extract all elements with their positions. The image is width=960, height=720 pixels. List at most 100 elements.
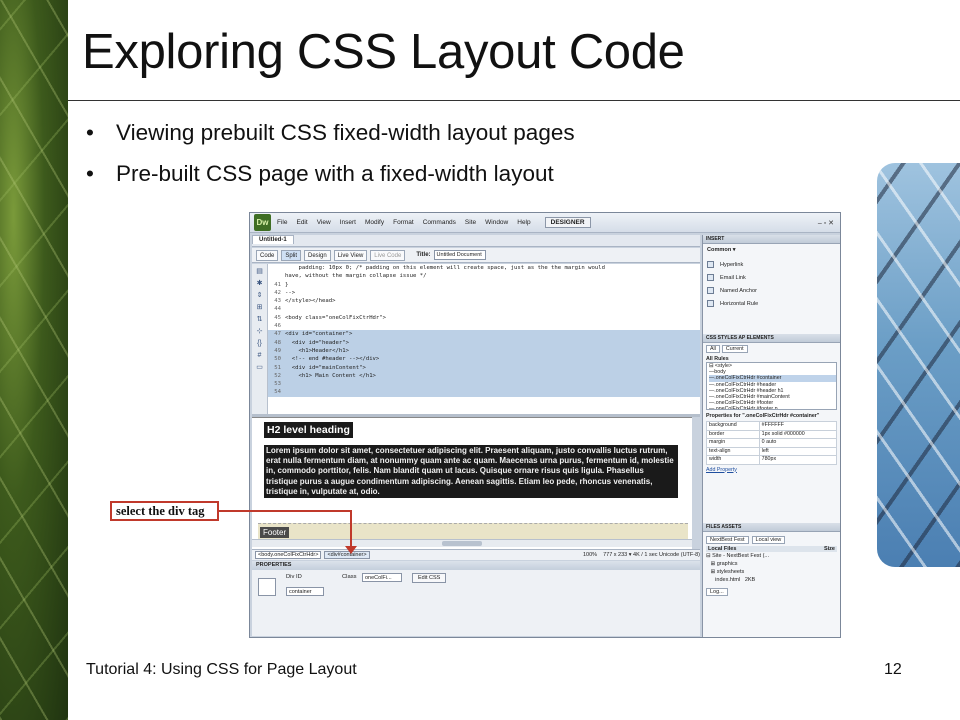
code-line[interactable]: 54 bbox=[268, 388, 700, 397]
bullet-item: Viewing prebuilt CSS fixed-width layout … bbox=[80, 112, 575, 153]
div-id-select[interactable]: container bbox=[286, 587, 324, 596]
menu-item-site[interactable]: Site bbox=[465, 219, 476, 226]
code-line[interactable]: 51 <div id="mainContent"> bbox=[268, 363, 700, 372]
email-icon bbox=[707, 274, 714, 281]
balance-braces-icon[interactable]: {} bbox=[256, 340, 264, 348]
code-line[interactable]: 42 --> bbox=[268, 289, 700, 297]
file-tree-item[interactable]: ⊟ Site - NextBest Fest (... bbox=[706, 552, 837, 560]
collapse-tag-icon[interactable]: ⇕ bbox=[256, 292, 264, 300]
code-line[interactable]: 45 <body class="oneColFixCtrHdr"> bbox=[268, 314, 700, 322]
code-line[interactable]: padding: 10px 0; /* padding on this elem… bbox=[268, 264, 700, 272]
zoom-level[interactable]: 100% bbox=[583, 552, 597, 558]
files-tree[interactable]: ⊟ Site - NextBest Fest (... ⊞ graphics ⊞… bbox=[706, 552, 837, 584]
expand-all-icon[interactable]: ⇅ bbox=[256, 316, 264, 324]
menu-item-help[interactable]: Help bbox=[517, 219, 530, 226]
design-view-button[interactable]: Design bbox=[304, 249, 331, 261]
insert-item-named-anchor[interactable]: Named Anchor bbox=[707, 284, 836, 297]
code-line[interactable]: 46 bbox=[268, 322, 700, 330]
code-line[interactable]: 44 bbox=[268, 305, 700, 313]
properties-for-label: Properties for ".oneColFixCtrHdr #contai… bbox=[706, 413, 820, 419]
css-property-value[interactable]: 780px bbox=[758, 455, 838, 465]
tag-selector-bar: <body.oneColFixCtrHdr> <div#container> 1… bbox=[252, 549, 700, 560]
css-property-value[interactable]: 0 auto bbox=[758, 438, 838, 448]
code-line[interactable]: 47 <div id="container"> bbox=[268, 330, 700, 339]
edit-css-button[interactable]: Edit CSS bbox=[412, 573, 447, 583]
code-line[interactable]: have, without the margin collapse issue … bbox=[268, 272, 700, 280]
menu-item-view[interactable]: View bbox=[317, 219, 331, 226]
insert-category-select[interactable]: Common ▾ bbox=[707, 247, 836, 253]
css-properties-table[interactable]: background #FFFFFF border 1px solid #000000… bbox=[706, 421, 838, 465]
css-all-tab[interactable]: All bbox=[706, 345, 720, 353]
line-number: 54 bbox=[274, 389, 281, 396]
code-view-button[interactable]: Code bbox=[256, 249, 279, 261]
css-rule-item[interactable]: —.oneColFixCtrHdr #footer p bbox=[709, 406, 836, 409]
menu-item-file[interactable]: File bbox=[277, 219, 287, 226]
insert-item-hyperlink[interactable]: Hyperlink bbox=[707, 258, 836, 271]
file-tree-item[interactable]: ⊞ stylesheets bbox=[706, 568, 837, 576]
add-property-link[interactable]: Add Property bbox=[706, 467, 837, 473]
css-property-row[interactable]: width 780px bbox=[706, 455, 838, 465]
body-tag[interactable]: <body.oneColFixCtrHdr> bbox=[255, 551, 322, 559]
collapse-selection-icon[interactable]: ⊞ bbox=[256, 304, 264, 312]
css-current-tab[interactable]: Current bbox=[721, 345, 748, 353]
code-line[interactable]: 48 <div id="header"> bbox=[268, 338, 700, 347]
code-line[interactable]: 53 bbox=[268, 380, 700, 389]
menu-item-window[interactable]: Window bbox=[485, 219, 508, 226]
class-select[interactable]: oneColFi... bbox=[362, 573, 402, 582]
menu-item-commands[interactable]: Commands bbox=[423, 219, 456, 226]
file-tree-item[interactable]: index.html 2KB bbox=[706, 576, 837, 584]
css-property-row[interactable]: border 1px solid #000000 bbox=[706, 429, 838, 439]
document-title-input[interactable]: Untitled Document bbox=[433, 250, 486, 260]
css-property-row[interactable]: background #FFFFFF bbox=[706, 421, 838, 431]
slide-title: Exploring CSS Layout Code bbox=[82, 25, 685, 79]
open-documents-icon[interactable]: ▤ bbox=[256, 268, 264, 276]
line-number: 48 bbox=[274, 339, 281, 346]
document-tab[interactable]: Untitled-1 bbox=[252, 235, 294, 244]
css-property-row[interactable]: text-align left bbox=[706, 446, 838, 456]
apply-comment-icon[interactable]: ▭ bbox=[256, 364, 264, 372]
insert-panel: Common ▾ Hyperlink Email Link Named Anch… bbox=[703, 244, 840, 334]
files-panel-header[interactable]: FILES ASSETS bbox=[703, 523, 840, 532]
menu-item-insert[interactable]: Insert bbox=[340, 219, 356, 226]
scroll-thumb[interactable] bbox=[442, 541, 482, 546]
site-select[interactable]: NextBest Fest bbox=[706, 536, 749, 544]
live-code-button[interactable]: Live Code bbox=[370, 249, 406, 261]
insert-item-email-link[interactable]: Email Link bbox=[707, 271, 836, 284]
insert-item-horizontal-rule[interactable]: Horizontal Rule bbox=[707, 297, 836, 310]
menu-item-modify[interactable]: Modify bbox=[365, 219, 384, 226]
css-property-name: margin bbox=[706, 438, 760, 448]
show-code-navigator-icon[interactable]: ✱ bbox=[256, 280, 264, 288]
design-view[interactable]: H2 level heading Lorem ipsum dolor sit a… bbox=[252, 417, 692, 549]
log-button[interactable]: Log... bbox=[706, 588, 728, 596]
code-view[interactable]: padding: 10px 0; /* padding on this elem… bbox=[268, 264, 700, 414]
horizontal-scrollbar[interactable] bbox=[252, 539, 692, 547]
code-line[interactable]: 43 </style></head> bbox=[268, 297, 700, 305]
window-controls[interactable]: ‒ ▫ ✕ bbox=[818, 219, 834, 227]
lorem-paragraph[interactable]: Lorem ipsum dolor sit amet, consectetuer… bbox=[264, 445, 678, 499]
css-panel-header[interactable]: CSS STYLES AP ELEMENTS bbox=[703, 334, 840, 343]
code-line[interactable]: 52 <h1> Main Content </h1> bbox=[268, 371, 700, 381]
files-panel: NextBest Fest Local view Local Files Siz… bbox=[703, 532, 840, 637]
size-column-header[interactable]: Size bbox=[824, 546, 835, 552]
code-line[interactable]: 50 <!-- end #header --></div> bbox=[268, 355, 700, 364]
css-property-row[interactable]: margin 0 auto bbox=[706, 438, 838, 448]
split-view-button[interactable]: Split bbox=[281, 249, 302, 261]
line-numbers-icon[interactable]: # bbox=[256, 352, 264, 360]
h2-heading[interactable]: H2 level heading bbox=[264, 422, 353, 438]
code-toolbar: ▤ ✱ ⇕ ⊞ ⇅ ⊹ {} # ▭ bbox=[252, 264, 268, 414]
css-property-value[interactable]: 1px solid #000000 bbox=[758, 429, 838, 439]
code-line[interactable]: 49 <h1>Header</h1> bbox=[268, 346, 700, 356]
workspace-switcher[interactable]: DESIGNER bbox=[544, 217, 591, 228]
css-property-value[interactable]: left bbox=[758, 446, 838, 456]
css-property-value[interactable]: #FFFFFF bbox=[758, 421, 838, 431]
code-line[interactable]: 41} bbox=[268, 281, 700, 289]
line-number: 42 bbox=[274, 289, 281, 296]
insert-panel-header[interactable]: INSERT bbox=[703, 235, 840, 244]
file-tree-item[interactable]: ⊞ graphics bbox=[706, 560, 837, 568]
live-view-button[interactable]: Live View bbox=[333, 249, 368, 261]
select-parent-tag-icon[interactable]: ⊹ bbox=[256, 328, 264, 336]
css-rules-tree[interactable]: ⊟ <style> —body —.oneColFixCtrHdr #conta… bbox=[706, 362, 837, 410]
view-select[interactable]: Local view bbox=[751, 536, 786, 544]
menu-item-edit[interactable]: Edit bbox=[296, 219, 307, 226]
menu-item-format[interactable]: Format bbox=[393, 219, 414, 226]
